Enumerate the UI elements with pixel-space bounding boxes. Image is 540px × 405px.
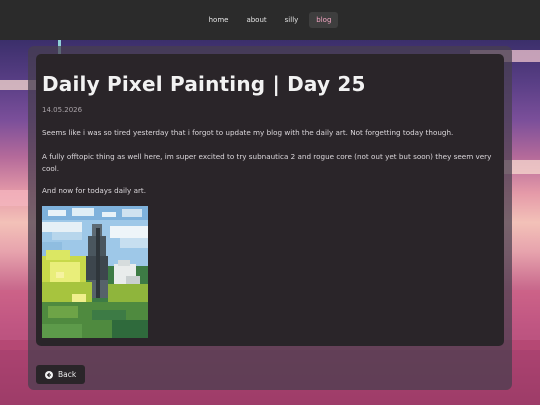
post-paragraph: And now for todays daily art. [42,186,147,195]
back-button[interactable]: Back [36,365,86,384]
post-date: 14.05.2026 [42,106,83,114]
post-title: Daily Pixel Painting | Day 25 [42,72,366,96]
nav-about[interactable]: about [239,12,273,28]
post-paragraph: A fully offtopic thing as well here, im … [42,152,492,173]
nav-blog[interactable]: blog [309,12,339,28]
nav-silly[interactable]: silly [278,12,306,28]
nav-home[interactable]: home [202,12,236,28]
top-navbar: home about silly blog [0,0,540,40]
back-label: Back [58,370,77,379]
post-paragraph: Seems like i was so tired yesterday that… [42,128,454,137]
arrow-left-circle-icon [45,370,53,379]
pixel-painting-image [42,206,148,338]
nav-links: home about silly blog [0,12,540,28]
